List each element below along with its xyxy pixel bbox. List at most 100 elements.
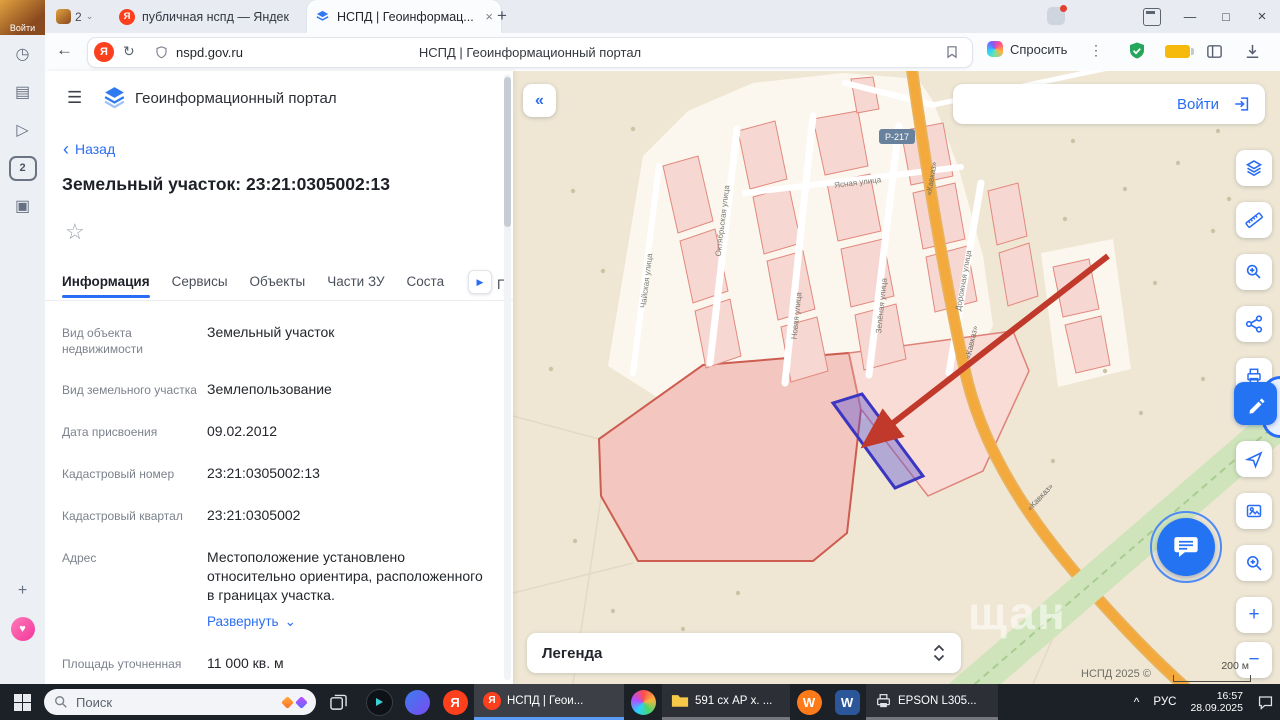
task-view-button[interactable] (316, 684, 360, 720)
panel-collapse-button[interactable]: « (523, 84, 556, 117)
legend-bar[interactable]: Легенда (527, 633, 961, 673)
field-row-address: Адрес Местоположение установлено относит… (62, 548, 487, 631)
route-badge: Р-217 (879, 129, 915, 144)
back-link[interactable]: ‹ Назад (63, 139, 115, 159)
ask-ai-button[interactable]: Спросить (987, 41, 1067, 57)
messenger-icon[interactable]: 2 (0, 149, 45, 187)
draw-tool-button-active[interactable] (1234, 382, 1277, 425)
favorite-star-icon[interactable]: ☆ (65, 219, 85, 245)
protect-shield-icon[interactable] (1127, 41, 1147, 61)
new-tab-button[interactable]: + (497, 6, 507, 26)
tab-parcel-parts[interactable]: Части ЗУ (327, 274, 384, 289)
omnibox[interactable]: Я ↻ nspd.gov.ru НСПД | Геоинформационный… (87, 37, 973, 68)
tabs-panel-icon[interactable] (1205, 42, 1224, 61)
ruler-icon[interactable] (1236, 202, 1272, 238)
yandex-browser-icon[interactable]: Я (436, 684, 474, 720)
field-row: Кадастровый квартал 23:21:0305002 (62, 507, 301, 523)
tab-groups-icon[interactable] (1143, 8, 1161, 26)
bookmarks-panel-icon[interactable]: ▤ (0, 73, 45, 111)
taskbar-window-folder[interactable]: 591 сх АР х. ... (662, 684, 790, 720)
downloads-icon[interactable] (1243, 42, 1262, 61)
portal-menu-icon[interactable]: ☰ (67, 88, 82, 108)
window-close-button[interactable]: × (1244, 0, 1280, 33)
tab-yandex-search[interactable]: Я публичная нспд — Яндек (109, 0, 323, 33)
window-minimize-button[interactable]: — (1172, 0, 1208, 33)
zoom-in-button[interactable]: + (1236, 597, 1272, 633)
tab-nspd-active[interactable]: НСПД | Геоинформац... × (307, 0, 501, 33)
map-canvas[interactable]: Октябрьская улица Ясная улица Чайская ул… (513, 71, 1280, 684)
chat-support-button[interactable] (1150, 511, 1222, 583)
ai-spark-icon (281, 695, 294, 709)
page-content: ☰ Геоинформационный портал ‹ Назад Земел… (45, 71, 1280, 684)
profile-avatar (56, 9, 71, 24)
object-info-panel: ☰ Геоинформационный портал ‹ Назад Земел… (45, 71, 513, 684)
video-play-icon[interactable]: ▷ (0, 111, 45, 149)
tab-title: публичная нспд — Яндек (142, 9, 289, 24)
share-icon[interactable] (1236, 306, 1272, 342)
taskbar-window-nspd[interactable]: Я НСПД | Геои... (474, 684, 624, 720)
taskbar-search[interactable]: Поиск (44, 689, 316, 715)
start-button[interactable] (0, 684, 44, 720)
refresh-icon[interactable]: ↻ (123, 43, 135, 60)
map-watermark: щан (968, 587, 1067, 639)
clock[interactable]: 16:57 28.09.2025 (1190, 690, 1243, 715)
yandex-button[interactable]: Я (94, 42, 114, 62)
object-search-icon[interactable] (1236, 254, 1272, 290)
screen: Войти ◷ ▤ ▷ 2 ▣ + ♥ 2 ⌄ Я публичная нспд… (0, 0, 1280, 720)
tab-title: НСПД | Геоинформац... (337, 9, 474, 24)
layers-icon[interactable] (1236, 150, 1272, 186)
language-indicator[interactable]: РУС (1153, 696, 1176, 708)
zoom-area-icon[interactable] (1236, 545, 1272, 581)
tab-objects[interactable]: Объекты (250, 274, 306, 289)
chevron-down-icon: ⌄ (85, 11, 94, 21)
url-text[interactable]: nspd.gov.ru (176, 45, 243, 60)
tab-counter[interactable]: 2 ⌄ (50, 4, 99, 29)
back-button[interactable]: ← (56, 40, 73, 60)
panel-scrollbar-thumb[interactable] (504, 77, 511, 227)
nspd-favicon (316, 10, 329, 21)
scale-bar (1173, 675, 1251, 682)
tabs-scroll-button[interactable]: ▶ (468, 270, 492, 294)
tab-services[interactable]: Сервисы (172, 274, 228, 289)
portal-logo[interactable] (101, 84, 128, 111)
locate-icon[interactable] (1236, 441, 1272, 477)
login-arrow-icon (1235, 97, 1249, 111)
browser-menu-icon[interactable]: ⋮ (1089, 42, 1103, 59)
site-security-icon[interactable] (154, 45, 169, 60)
legend-toggle-icon[interactable] (932, 644, 946, 662)
extension-icon[interactable] (1047, 5, 1067, 25)
tray-expand-icon[interactable]: ^ (1134, 695, 1140, 709)
search-placeholder: Поиск (76, 694, 113, 710)
profile-login-tile[interactable]: Войти (0, 0, 45, 35)
word-icon[interactable]: W (828, 684, 866, 720)
chevron-left-icon: ‹ (63, 139, 69, 159)
map-attribution: НСПД 2025 © (1081, 668, 1151, 680)
field-row: Кадастровый номер 23:21:0305002:13 (62, 465, 320, 481)
chat-icon (1174, 537, 1198, 557)
battery-saver-icon[interactable] (1165, 45, 1194, 58)
tab-information[interactable]: Информация (62, 274, 150, 298)
field-row: Дата присвоения 09.02.2012 (62, 423, 278, 439)
expand-link[interactable]: Развернуть ⌄ (207, 612, 487, 631)
window-maximize-button[interactable]: □ (1208, 0, 1244, 33)
basemap-image-icon[interactable] (1236, 493, 1272, 529)
app-writer-icon[interactable]: W (790, 684, 828, 720)
app-rainbow-icon[interactable] (624, 684, 662, 720)
caret-down-icon: ⌄ (284, 614, 296, 629)
app-media-icon[interactable] (360, 684, 398, 720)
bookmark-flag-icon[interactable] (944, 44, 960, 60)
action-center-icon[interactable] (1257, 694, 1274, 711)
field-row: Площадь уточненная 11 000 кв. м (62, 655, 284, 671)
app-blue-icon[interactable] (398, 684, 436, 720)
favorites-heart-icon[interactable]: ♥ (0, 610, 45, 648)
browser-side-rail: Войти ◷ ▤ ▷ 2 ▣ + ♥ (0, 0, 45, 684)
history-icon[interactable]: ◷ (0, 35, 45, 73)
add-panel-icon[interactable]: + (0, 572, 45, 610)
system-tray: ^ РУС 16:57 28.09.2025 (1134, 684, 1274, 720)
taskbar-window-epson[interactable]: EPSON L305... (866, 684, 998, 720)
scale-label: 200 м (1221, 660, 1249, 672)
screenshot-icon[interactable]: ▣ (0, 187, 45, 225)
map-login-bar[interactable]: Войти (953, 84, 1265, 124)
tab-composition[interactable]: Соста (407, 274, 445, 289)
tab-close-icon[interactable]: × (485, 9, 493, 24)
